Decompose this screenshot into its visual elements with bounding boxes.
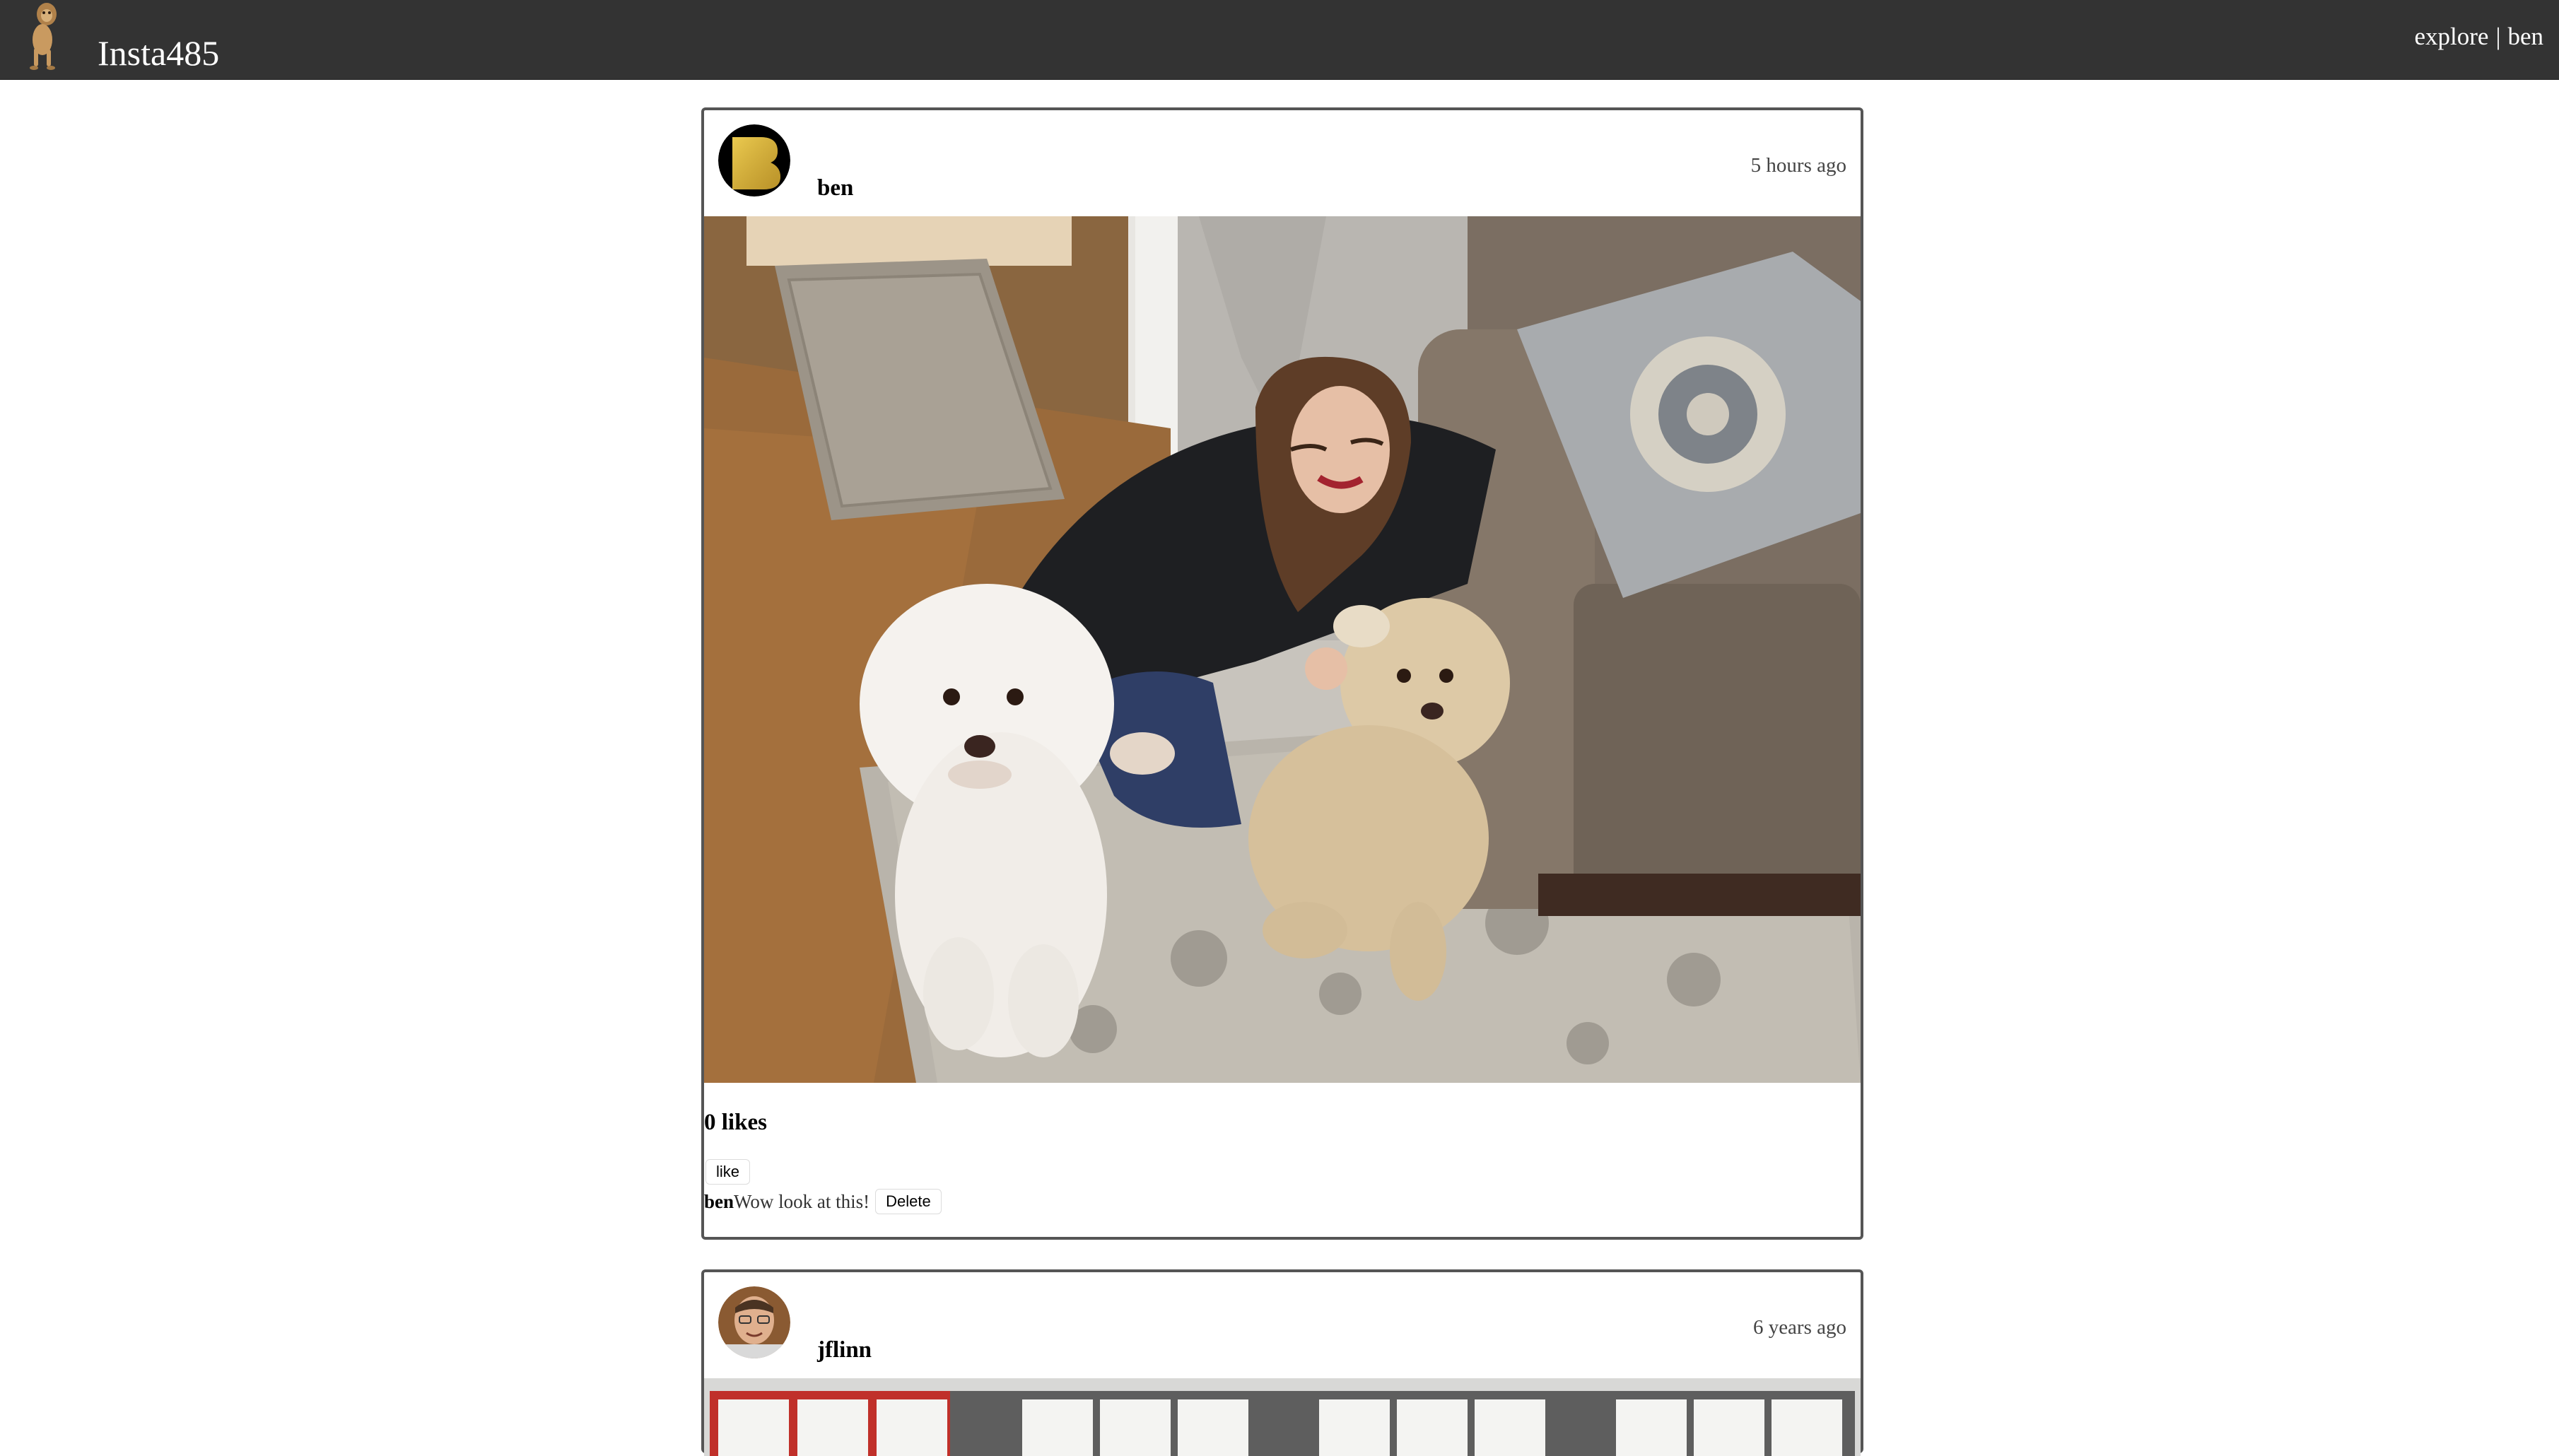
user-avatar-b-logo-icon [718, 124, 790, 196]
like-button[interactable]: like [705, 1159, 751, 1185]
post-card: jflinn 6 years ago [701, 1269, 1863, 1456]
comment-owner-link[interactable]: ben [704, 1191, 734, 1213]
nav-separator: | [2495, 23, 2501, 50]
likes-count: 0 likes [704, 1110, 767, 1135]
dog-logo-icon[interactable] [21, 0, 68, 71]
post-image[interactable] [704, 1378, 1861, 1456]
top-navbar: Insta485 explore | ben [0, 0, 2559, 80]
user-avatar-photo-icon [718, 1286, 790, 1358]
comment: ben Wow look at this! Delete [704, 1189, 942, 1214]
top-nav: explore | ben [2414, 24, 2543, 49]
user-profile-link[interactable]: ben [2507, 23, 2543, 50]
post-image[interactable] [704, 216, 1861, 1083]
avatar[interactable] [718, 124, 790, 196]
post-photo-dogs [704, 216, 1861, 1083]
comment-text: Wow look at this! [734, 1190, 870, 1212]
post-owner-link[interactable]: ben [817, 175, 853, 201]
post-photo-calendar [704, 1378, 1861, 1456]
avatar[interactable] [718, 1286, 790, 1358]
post-timestamp-link[interactable]: 6 years ago [1753, 1316, 1846, 1339]
post-timestamp-link[interactable]: 5 hours ago [1751, 154, 1846, 177]
post-card: ben 5 hours ago 0 likes like ben Wow loo… [701, 107, 1863, 1240]
explore-link[interactable]: explore [2414, 23, 2488, 50]
brand-title[interactable]: Insta485 [98, 35, 219, 71]
post-owner-link[interactable]: jflinn [817, 1337, 872, 1363]
delete-comment-button[interactable]: Delete [875, 1189, 942, 1214]
